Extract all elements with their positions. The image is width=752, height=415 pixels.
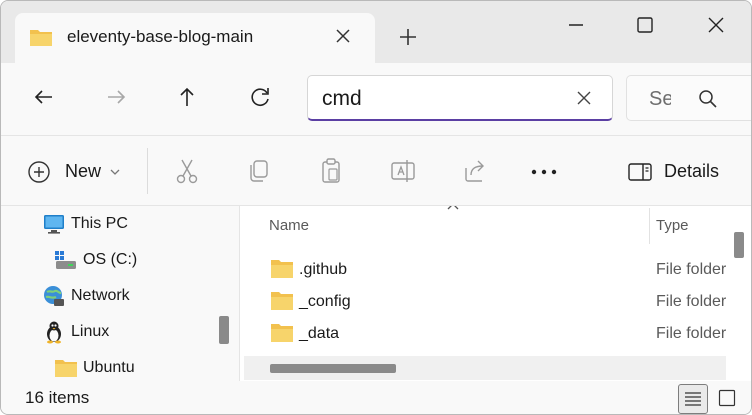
sidebar-item-os-c[interactable]: OS (C:) xyxy=(54,246,214,274)
column-header-type[interactable]: Type xyxy=(656,217,689,234)
maximize-icon[interactable] xyxy=(633,13,657,37)
search-box[interactable]: Se xyxy=(626,75,751,121)
toolbar-divider xyxy=(147,148,148,194)
folder-icon xyxy=(55,360,77,377)
plus-icon[interactable] xyxy=(397,26,419,48)
address-bar[interactable]: cmd xyxy=(307,75,613,121)
file-name: _data xyxy=(299,325,340,342)
status-bar: 16 items xyxy=(1,381,751,414)
navigation-pane: This PC OS (C:) Network Linux Ubuntu xyxy=(1,205,239,381)
tab-current-folder[interactable]: eleventy-base-blog-main xyxy=(15,13,375,63)
linux-penguin-icon xyxy=(47,321,61,344)
sidebar-scrollbar[interactable] xyxy=(219,316,229,344)
details-view-icon xyxy=(685,392,701,406)
file-row[interactable]: .github File folder xyxy=(240,254,726,286)
sidebar-item-ubuntu[interactable]: Ubuntu xyxy=(54,354,214,381)
horizontal-scrollbar[interactable] xyxy=(244,356,726,380)
details-pane-icon xyxy=(628,163,652,181)
vertical-scrollbar[interactable] xyxy=(734,232,744,258)
network-icon xyxy=(44,286,64,306)
new-button[interactable]: New xyxy=(27,158,127,186)
tab-title: eleventy-base-blog-main xyxy=(67,27,254,46)
minimize-icon[interactable] xyxy=(564,13,588,37)
back-arrow-icon[interactable] xyxy=(30,83,58,111)
details-pane-button[interactable]: Details xyxy=(627,158,737,186)
sidebar-item-this-pc[interactable]: This PC xyxy=(42,210,212,238)
sidebar-item-label: This PC xyxy=(71,215,128,232)
file-type: File folder xyxy=(656,261,727,278)
chevron-down-icon xyxy=(110,169,120,175)
address-toolbar: cmd Se xyxy=(1,63,751,135)
new-button-label: New xyxy=(65,161,102,181)
clear-icon[interactable] xyxy=(574,88,594,108)
sidebar-item-network[interactable]: Network xyxy=(42,282,212,310)
tiles-view-icon xyxy=(718,389,736,407)
more-icon[interactable] xyxy=(530,156,558,186)
file-type: File folder xyxy=(656,293,727,310)
sidebar-item-label: OS (C:) xyxy=(83,251,138,268)
file-explorer-window: eleventy-base-blog-main cmd S New Detail… xyxy=(0,0,752,415)
sort-up-icon xyxy=(447,206,459,210)
close-icon[interactable] xyxy=(333,26,353,46)
column-divider[interactable] xyxy=(649,208,650,244)
folder-icon xyxy=(271,292,293,310)
horizontal-scroll-thumb[interactable] xyxy=(270,364,396,373)
folder-icon xyxy=(271,324,293,342)
sidebar-item-label: Linux xyxy=(71,323,110,340)
rename-icon[interactable] xyxy=(389,156,417,186)
file-list: Name Type .github File folder _config Fi… xyxy=(239,205,751,381)
search-icon[interactable] xyxy=(697,88,719,110)
file-type: File folder xyxy=(656,325,727,342)
column-header-name[interactable]: Name xyxy=(269,217,309,234)
title-bar: eleventy-base-blog-main xyxy=(1,1,751,63)
sidebar-item-label: Ubuntu xyxy=(83,359,135,376)
file-row[interactable]: _config File folder xyxy=(240,286,726,318)
file-row[interactable]: _data File folder xyxy=(240,318,726,350)
cut-icon[interactable] xyxy=(173,156,201,186)
folder-icon xyxy=(30,30,52,46)
details-view-button[interactable] xyxy=(678,384,708,414)
drive-icon xyxy=(55,251,76,269)
search-placeholder: Se xyxy=(649,88,671,110)
refresh-icon[interactable] xyxy=(246,83,274,111)
address-input[interactable]: cmd xyxy=(322,87,362,111)
this-pc-icon xyxy=(44,215,64,234)
add-circle-icon xyxy=(28,161,50,183)
file-name: .github xyxy=(299,261,348,278)
sidebar-item-linux[interactable]: Linux xyxy=(42,318,212,346)
sidebar-item-label: Network xyxy=(71,287,130,304)
share-icon[interactable] xyxy=(461,156,489,186)
forward-arrow-icon[interactable] xyxy=(102,83,130,111)
folder-icon xyxy=(271,260,293,278)
file-name: _config xyxy=(299,293,351,310)
details-label: Details xyxy=(664,161,720,181)
close-icon[interactable] xyxy=(704,13,728,37)
item-count: 16 items xyxy=(25,388,90,407)
tiles-view-button[interactable] xyxy=(713,384,743,414)
copy-icon[interactable] xyxy=(245,156,273,186)
up-arrow-icon[interactable] xyxy=(173,83,201,111)
paste-icon[interactable] xyxy=(317,156,345,186)
command-bar: New Details xyxy=(1,135,751,205)
